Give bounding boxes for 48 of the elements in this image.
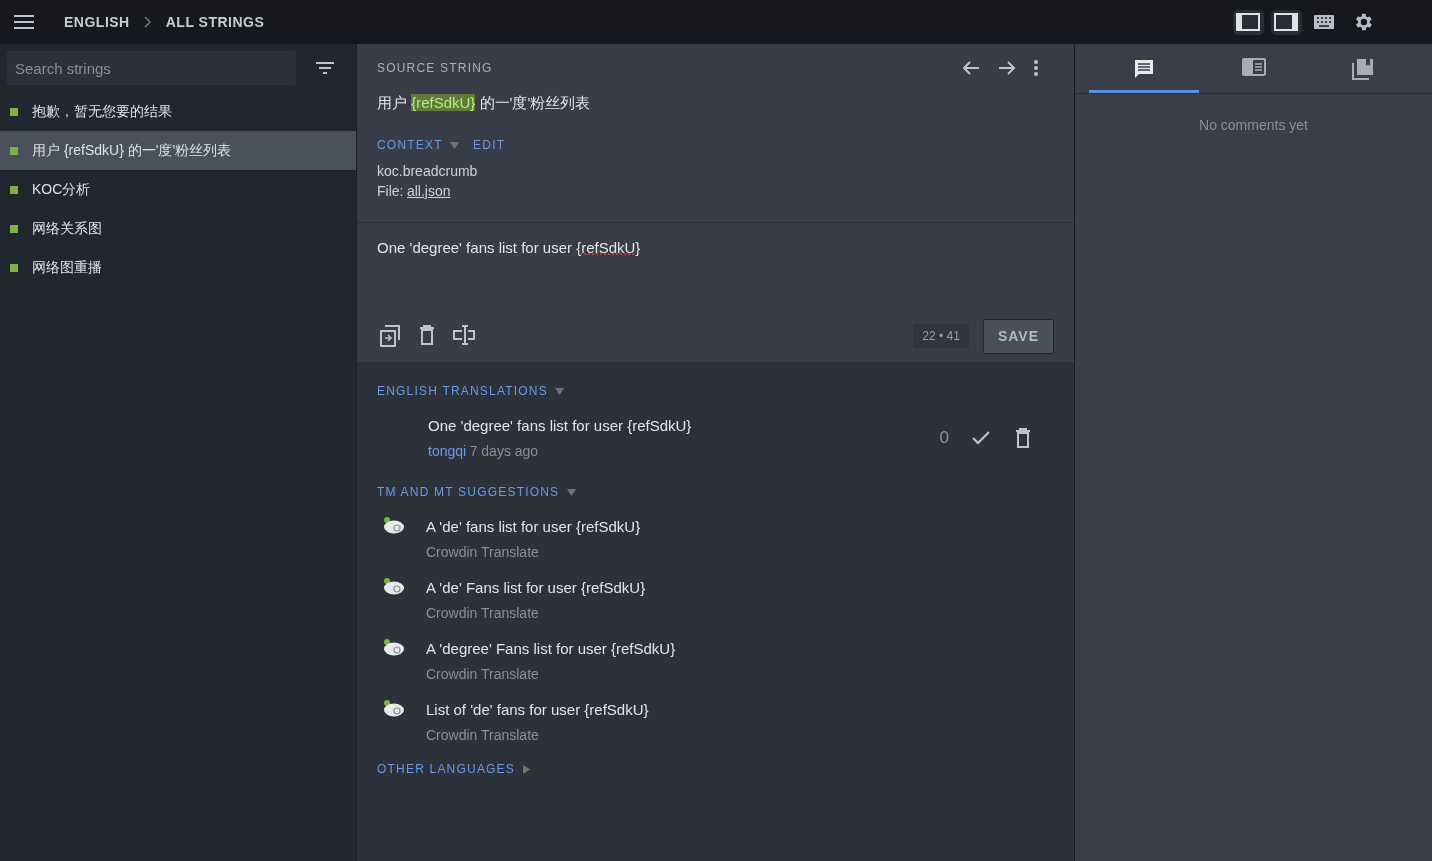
section-heading: SOURCE STRING [377, 60, 493, 77]
context-key: koc.breadcrumb [377, 160, 1054, 181]
suggestion-source: Crowdin Translate [426, 603, 540, 623]
character-counter: 22 • 41 [913, 324, 969, 348]
search-field[interactable]: Search strings [7, 51, 296, 85]
string-item[interactable]: KOC分析 [0, 170, 356, 209]
more-icon[interactable] [1032, 58, 1040, 78]
breadcrumb-link[interactable]: ENGLISH [64, 11, 130, 33]
other-languages-toggle[interactable]: OTHER LANGUAGES [377, 759, 530, 778]
author-link[interactable]: tongqi [428, 442, 467, 459]
empty-comments-message: No comments yet [1198, 116, 1309, 135]
string-item[interactable]: 抱歉，暂无您要的结果 [0, 92, 356, 131]
suggestion-source: Crowdin Translate [426, 725, 540, 745]
suggestion-text[interactable]: A 'de' fans list for user {refSdkU} [426, 515, 641, 538]
delete-icon[interactable] [1013, 426, 1033, 450]
timestamp: 7 days ago [469, 442, 539, 459]
copy-source-icon[interactable] [377, 323, 403, 349]
translation-input[interactable]: One 'degree' fans list for user {refSdkU} [377, 236, 1054, 259]
translation-text: One 'degree' fans list for user {refSdkU} [428, 415, 692, 436]
suggestion-text[interactable]: A 'de' Fans list for user {refSdkU} [426, 576, 646, 599]
translations-toggle[interactable]: ENGLISH TRANSLATIONS [377, 383, 565, 398]
file-link[interactable]: all.json [406, 180, 451, 201]
vote-count: 0 [939, 427, 949, 450]
string-item[interactable]: 用户 {refSdkU} 的一'度'粉丝列表 [0, 131, 356, 170]
cloud-icon [383, 576, 405, 595]
filter-icon[interactable] [313, 60, 336, 76]
right-panel-toggle-icon[interactable] [1270, 9, 1302, 35]
edit-link[interactable]: EDIT [473, 135, 506, 154]
suggestion-source: Crowdin Translate [426, 664, 540, 684]
file-label: File: [377, 181, 404, 201]
string-item[interactable]: 网络关系图 [0, 209, 356, 248]
left-panel-toggle-icon[interactable] [1232, 9, 1264, 35]
cloud-icon [383, 515, 405, 534]
cloud-icon [383, 698, 405, 717]
suggestion-text[interactable]: List of 'de' fans for user {refSdkU} [426, 698, 649, 721]
source-text: 用户 {refSdkU} 的一'度'粉丝列表 [377, 93, 592, 113]
breadcrumb-link[interactable]: ALL STRINGS [165, 11, 265, 33]
menu-icon[interactable] [12, 13, 36, 31]
checkmark-icon[interactable] [970, 429, 992, 447]
suggestion-source: Crowdin Translate [426, 542, 540, 562]
suggestions-toggle[interactable]: TM AND MT SUGGESTIONS [377, 482, 576, 501]
keyboard-icon[interactable] [1312, 13, 1336, 31]
save-button[interactable]: SAVE [982, 318, 1054, 354]
suggestion-text[interactable]: A 'degree' Fans list for user {refSdkU} [426, 637, 676, 660]
string-item[interactable]: 网络图重播 [0, 248, 356, 287]
chevron-icon [143, 16, 152, 28]
context-toggle[interactable]: CONTEXT [377, 135, 460, 154]
cloud-icon [383, 637, 405, 656]
